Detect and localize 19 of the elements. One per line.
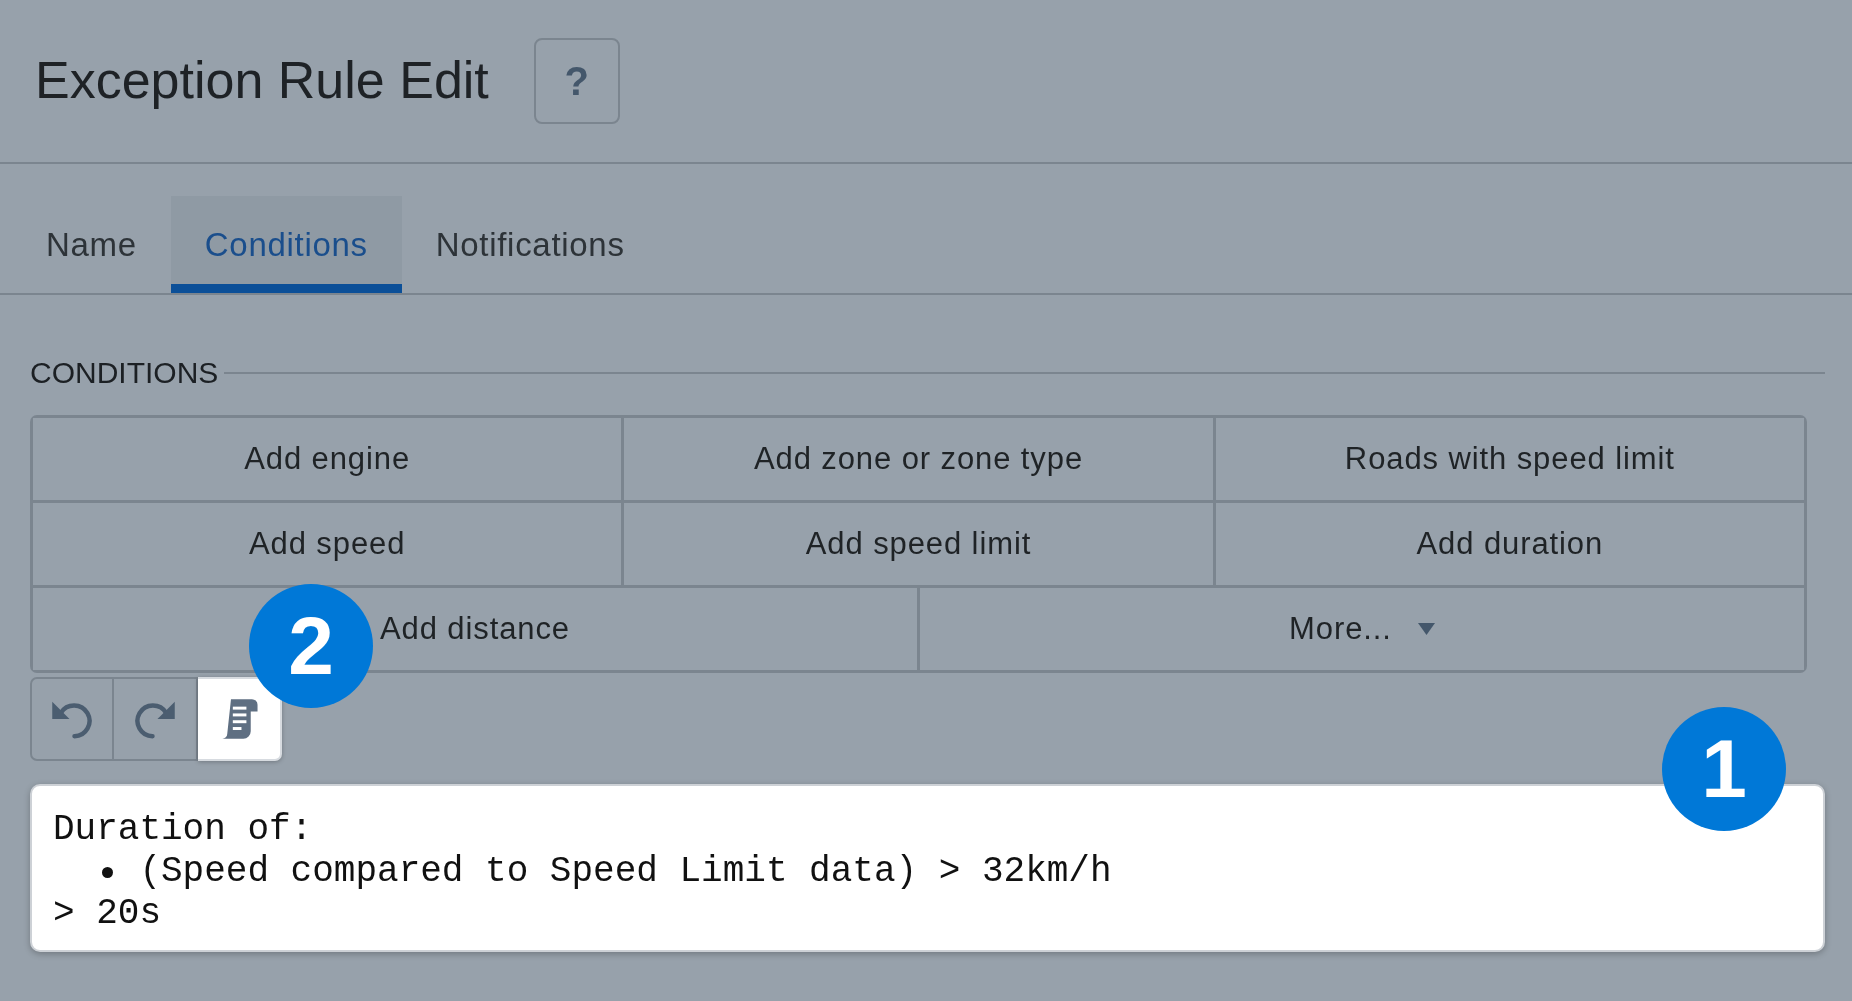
- add-condition-button[interactable]: Add duration: [1215, 503, 1804, 585]
- add-condition-button[interactable]: Add engine: [33, 418, 622, 500]
- more-dropdown-button[interactable]: More...: [920, 588, 1804, 670]
- tab[interactable]: Name: [12, 196, 171, 293]
- callout-number: 1: [1662, 707, 1786, 831]
- bullet-icon: [101, 866, 113, 878]
- page-title: Exception Rule Edit: [35, 52, 489, 110]
- add-condition-button[interactable]: Roads with speed limit: [1215, 418, 1804, 500]
- script-button[interactable]: [198, 677, 282, 761]
- caret-icon: [1417, 623, 1435, 635]
- summary-threshold: > 20s: [53, 893, 162, 935]
- undo-button[interactable]: [30, 677, 114, 761]
- add-condition-button[interactable]: Add zone or zone type: [624, 418, 1213, 500]
- section-heading: CONDITIONS: [30, 355, 219, 391]
- tab[interactable]: Notifications: [401, 196, 659, 293]
- add-condition-button[interactable]: Add speed limit: [624, 503, 1213, 585]
- summary-heading: Duration of:: [53, 809, 313, 851]
- add-condition-button[interactable]: Add speed: [33, 503, 622, 585]
- summary-condition: (Speed compared to Speed Limit data) > 32km/h: [139, 851, 1112, 893]
